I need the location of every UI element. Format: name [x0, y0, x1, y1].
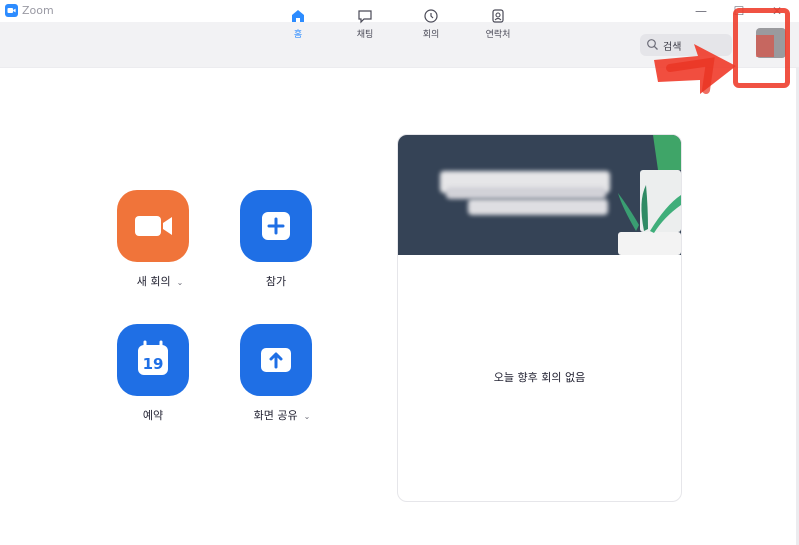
share-screen-text: 화면 공유: [253, 409, 298, 422]
join-label: 참가: [265, 275, 287, 288]
calendar-icon: 19: [138, 340, 168, 375]
new-meeting-label[interactable]: 새 회의 ⌄: [117, 273, 203, 289]
no-meetings-message: 오늘 향후 회의 없음: [493, 371, 586, 384]
plus-icon: [262, 212, 290, 240]
home-icon: [292, 10, 304, 22]
minimize-button[interactable]: —: [690, 2, 712, 20]
contacts-icon: [492, 9, 504, 23]
join-button[interactable]: [240, 190, 312, 262]
tab-chat-label: 채팅: [356, 30, 374, 40]
schedule-label: 예약: [142, 409, 164, 422]
banner-image: [398, 135, 681, 255]
tab-contacts-label: 연락처: [485, 30, 511, 40]
title-bar: Zoom — ☐ ✕: [0, 0, 799, 22]
chat-icon: [358, 10, 372, 24]
share-screen-label[interactable]: 화면 공유 ⌄: [240, 407, 324, 423]
tab-chat[interactable]: 채팅: [335, 6, 395, 42]
video-camera-icon: [135, 216, 172, 236]
schedule-button[interactable]: 19: [117, 324, 189, 396]
tab-home-label: 홈: [293, 30, 303, 40]
app-title: Zoom: [22, 4, 54, 17]
red-annotation-box: [733, 8, 790, 88]
new-meeting-button[interactable]: [117, 190, 189, 262]
zoom-logo-icon: [5, 4, 18, 17]
plant-illustration: [618, 135, 681, 255]
tab-contacts[interactable]: 연락처: [468, 6, 528, 42]
red-annotation-fill: [756, 35, 774, 57]
chevron-down-icon[interactable]: ⌄: [177, 278, 184, 287]
tab-meetings[interactable]: 회의: [401, 6, 461, 42]
calendar-day: 19: [143, 355, 164, 373]
tab-home[interactable]: 홈: [268, 6, 328, 42]
clock-icon: [424, 9, 438, 23]
tab-meetings-label: 회의: [422, 30, 440, 40]
chevron-down-icon[interactable]: ⌄: [304, 412, 311, 421]
upcoming-meetings-card: 오늘 향후 회의 없음: [397, 134, 682, 502]
share-screen-button[interactable]: [240, 324, 312, 396]
share-up-arrow-icon: [261, 348, 291, 372]
new-meeting-text: 새 회의: [136, 275, 171, 288]
